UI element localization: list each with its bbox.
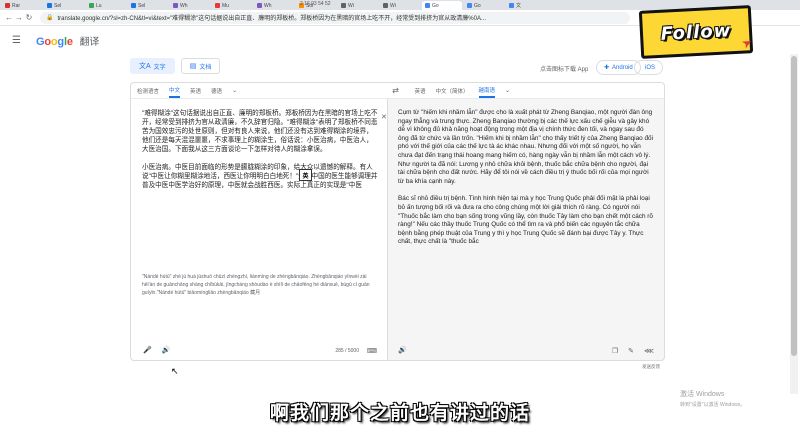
tab-label: Wh: [180, 2, 188, 9]
browser-tab[interactable]: Rar: [2, 1, 42, 10]
browser-tab[interactable]: Wi: [380, 1, 420, 10]
browser-tab[interactable]: Go: [464, 1, 504, 10]
target-actions: ❐ ✎ ⋘: [602, 347, 654, 355]
edit-icon[interactable]: ✎: [628, 347, 634, 355]
browser-tab[interactable]: Sel: [44, 1, 84, 10]
scrollbar-thumb[interactable]: [791, 56, 797, 356]
tab-favicon-icon: [467, 3, 472, 8]
tab-favicon-icon: [131, 3, 136, 8]
browser-tab[interactable]: Go: [422, 1, 462, 10]
video-subtitle: 啊我们那个之前也有讲过的话: [269, 402, 530, 424]
tab-label: Lu: [96, 2, 102, 9]
copy-icon[interactable]: ❐: [612, 347, 618, 355]
speaker-icon[interactable]: 🔊: [162, 346, 171, 354]
tab-label: Rar: [12, 2, 21, 9]
browser-tab[interactable]: Sel: [128, 1, 168, 10]
tab-strip-time: 2 16 03 54 52: [300, 1, 331, 7]
browser-tab[interactable]: 文: [506, 1, 546, 10]
tab-favicon-icon: [47, 3, 52, 8]
google-logo[interactable]: Google 翻译: [36, 33, 99, 48]
back-icon[interactable]: ←: [4, 13, 14, 22]
source-paragraph: "难得糊涂"这句话据说出自正直、廉明的郑板桥。郑板桥因为在黑暗的官场上吃不开，经…: [142, 110, 378, 153]
source-language-tab[interactable]: 中文: [169, 83, 181, 98]
chevron-down-icon[interactable]: ⌄: [232, 87, 237, 94]
browser-window: Rar Sel Lu Sel Wh Mu Wh Sol Wi Wi Go Go 文 2 16 03 54…: [0, 0, 800, 432]
target-language-tab[interactable]: 中文（简体）: [436, 83, 469, 98]
target-language-tabs: 英语 中文（简体） 越南语 ⌄: [404, 83, 664, 98]
browser-tab[interactable]: Mu: [212, 1, 252, 10]
tab-label: Go: [474, 2, 481, 9]
tab-favicon-icon: [89, 3, 94, 8]
tab-favicon-icon: [425, 3, 430, 8]
speaker-icon[interactable]: 🔊: [398, 346, 407, 354]
product-name: 翻译: [79, 36, 100, 48]
browser-tab[interactable]: Lu: [86, 1, 126, 10]
tab-favicon-icon: [509, 3, 514, 8]
ime-indicator: 英: [299, 169, 312, 181]
target-language-tab[interactable]: 英语: [414, 83, 425, 98]
source-text-input[interactable]: "难得糊涂"这句话据说出自正直、廉明的郑板桥。郑板桥因为在黑暗的官场上吃不开，经…: [142, 109, 378, 199]
chevron-down-icon[interactable]: ⌄: [505, 87, 510, 94]
source-paragraph: 小医治病。中医目前面临的形势是朦胧糊涂的印象，给大众以遗憾的解释。有人说"中医让…: [142, 164, 378, 189]
tab-label: Sel: [54, 2, 62, 9]
source-language-tabs: 检测语言 中文 英语 德语 ⌄: [131, 83, 387, 98]
tab-label: Sel: [138, 2, 146, 9]
target-paragraph: Bác sĩ nhỏ điều trị bệnh. Tình hình hiện…: [398, 195, 653, 246]
url-text: translate.google.cn/?sl=zh-CN&tl=vi&text…: [57, 16, 486, 22]
download-app-text: 点击图标下载 App: [540, 67, 589, 73]
document-icon: ▤: [189, 63, 197, 70]
tab-favicon-icon: [257, 3, 262, 8]
target-paragraph: Cụm từ "hiếm khi nhầm lẫn" được cho là x…: [398, 109, 654, 185]
source-language-tab[interactable]: 德语: [211, 83, 222, 98]
url-input[interactable]: 🔒 translate.google.cn/?sl=zh-CN&tl=vi&te…: [40, 11, 630, 24]
browser-tab[interactable]: Wh: [254, 1, 294, 10]
tab-favicon-icon: [341, 3, 346, 8]
target-language-tab[interactable]: 越南语: [478, 83, 496, 98]
source-language-tab[interactable]: 检测语言: [137, 83, 159, 98]
target-panel: Cụm từ "hiếm khi nhầm lẫn" được cho là x…: [388, 99, 665, 361]
browser-tab[interactable]: Wh: [170, 1, 210, 10]
tab-label: 文: [516, 3, 522, 9]
tab-label: Mu: [222, 2, 229, 9]
share-icon[interactable]: ⋘: [644, 347, 654, 355]
source-panel: "难得糊涂"这句话据说出自正直、廉明的郑板桥。郑板桥因为在黑暗的官场上吃不开，经…: [130, 99, 388, 361]
forward-icon[interactable]: →: [14, 13, 24, 22]
tab-label: Go: [432, 2, 439, 9]
swap-languages-icon[interactable]: ⇄: [387, 86, 405, 95]
browser-tab[interactable]: Wi: [338, 1, 378, 10]
tab-favicon-icon: [173, 3, 178, 8]
tab-label: Wh: [264, 2, 272, 9]
mode-text-button[interactable]: 文A 文字: [130, 58, 175, 74]
ios-button[interactable]: iOS: [634, 60, 664, 75]
microphone-icon[interactable]: 🎤: [143, 346, 152, 354]
page-scrollbar[interactable]: [790, 54, 798, 394]
keyboard-icon[interactable]: ⌨: [367, 347, 377, 355]
mouse-cursor-icon: ↖: [171, 366, 179, 376]
translation-output: Cụm từ "hiếm khi nhầm lẫn" được cho là x…: [398, 109, 654, 256]
translate-icon: 文A: [139, 63, 151, 70]
android-icon: ✚: [604, 65, 610, 71]
tab-favicon-icon: [5, 3, 10, 8]
send-feedback-link[interactable]: 发送反馈: [642, 364, 660, 370]
menu-icon[interactable]: ☰: [12, 35, 22, 46]
mode-switcher: 文A 文字 ▤ 文档: [130, 58, 226, 74]
language-bar: 检测语言 中文 英语 德语 ⌄ ⇄ 英语 中文（简体） 越南语 ⌄: [130, 82, 665, 99]
tab-favicon-icon: [215, 3, 220, 8]
lock-icon: 🔒: [46, 15, 54, 21]
mode-document-button[interactable]: ▤ 文档: [180, 58, 221, 74]
tab-favicon-icon: [383, 3, 388, 8]
tab-label: Wi: [390, 2, 396, 9]
follow-sticker: Follow: [638, 5, 754, 59]
source-romanization: "Nándé hútú" zhè jù huà jùshuō chūzì zhè…: [142, 274, 370, 296]
source-language-tab[interactable]: 英语: [190, 83, 201, 98]
character-count: 285 / 5000: [335, 348, 359, 354]
tab-label: Wi: [348, 2, 354, 9]
reload-icon[interactable]: ↻: [24, 13, 34, 22]
clear-text-icon[interactable]: ✕: [381, 113, 387, 121]
